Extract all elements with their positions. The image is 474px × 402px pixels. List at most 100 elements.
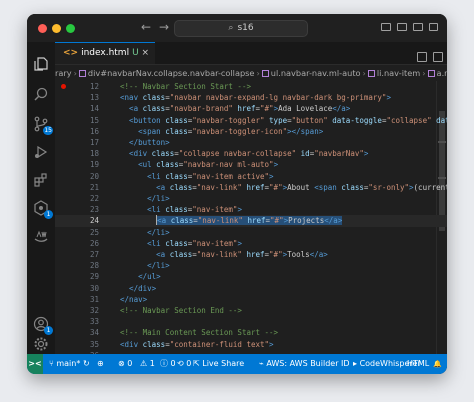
code-token: "navbar navbar-expand-lg navbar-dark bg-…	[169, 93, 387, 103]
open-preview-icon[interactable]	[417, 52, 427, 62]
code-token: data-toggle	[327, 115, 382, 125]
minimize-window-button[interactable]	[52, 24, 61, 33]
code-editor[interactable]: 12 <!-- Navbar Section Start --> 13 <nav …	[55, 81, 447, 354]
code-token: class	[142, 104, 166, 114]
command-center-search[interactable]: ⌕ s16	[174, 20, 308, 37]
code-line[interactable]: 16 <span class="navbar-toggler-icon"></s…	[55, 126, 447, 137]
code-text: <a class="nav-link" href="#">About <span…	[111, 182, 447, 193]
close-window-button[interactable]	[38, 24, 47, 33]
breadcrumb-item[interactable]: div#navbarNav.collapse.navbar-collapse	[88, 68, 255, 78]
code-token: >	[237, 238, 242, 248]
forward-arrow-icon[interactable]: →	[159, 20, 169, 34]
source-control-icon[interactable]: 15	[31, 114, 53, 135]
info-count[interactable]: ⓘ 0	[160, 354, 176, 374]
manage-gear-icon[interactable]	[31, 334, 51, 354]
code-text: </li>	[111, 193, 170, 204]
code-token: href	[241, 250, 265, 259]
line-number: 31	[89, 294, 99, 304]
code-text: <a class="navbar-brand" href="#">Ada Lov…	[111, 103, 350, 114]
code-line[interactable]: 23 <li class="nav-item">	[55, 204, 447, 215]
code-token: <li	[111, 238, 166, 248]
code-token: <!-- Main Content Section Start -->	[111, 328, 279, 338]
code-line[interactable]: 20 <li class="nav-item active">	[55, 171, 447, 182]
element-icon	[367, 70, 375, 77]
explorer-icon[interactable]	[31, 54, 51, 74]
code-line[interactable]: 18 <div class="collapse navbar-collapse"…	[55, 148, 447, 159]
language-mode[interactable]: HTML	[407, 354, 429, 374]
code-token: </div>	[111, 283, 157, 293]
vscode-window: ← → ⌕ s16 15 1 1 <> index.html U × rary …	[27, 14, 447, 374]
code-text: <div class="container-fluid text">	[111, 339, 274, 350]
code-line[interactable]: 21 <a class="nav-link" href="#">About <s…	[55, 182, 447, 193]
live-share-button[interactable]: ⇱ Live Share	[193, 354, 244, 374]
code-token: <li	[111, 171, 166, 181]
remote-badge: 1	[44, 210, 53, 219]
code-line[interactable]: 35 <div class="container-fluid text">	[55, 339, 447, 350]
tab-close-icon[interactable]: ×	[141, 43, 149, 63]
code-line[interactable]: 34 <!-- Main Content Section Start -->	[55, 327, 447, 338]
accounts-icon[interactable]: 1	[31, 314, 53, 335]
remote-explorer-icon[interactable]: 1	[31, 198, 53, 219]
branch-status[interactable]: ⑂ main*	[49, 354, 80, 374]
code-text: <a class="nav-link" href="#">Projects</a…	[111, 215, 343, 226]
breakpoint-icon[interactable]	[61, 84, 66, 89]
back-arrow-icon[interactable]: ←	[141, 20, 151, 34]
split-editor-icon[interactable]	[433, 52, 443, 62]
aws-toolkit-icon[interactable]	[31, 226, 51, 246]
breadcrumb-item[interactable]: li.nav-item	[377, 68, 420, 78]
code-token: class	[165, 205, 188, 215]
aws-status[interactable]: ⌁ AWS: AWS Builder ID	[259, 354, 350, 374]
code-token: "nav-link"	[196, 182, 242, 192]
code-token: class	[169, 182, 193, 192]
code-line[interactable]: 27 <a class="nav-link" href="#">Tools</a…	[55, 249, 447, 260]
code-line[interactable]: 33	[55, 316, 447, 327]
toggle-panel-icon[interactable]	[397, 23, 407, 31]
code-line[interactable]: 12 <!-- Navbar Section Start -->	[55, 81, 447, 92]
ports-count[interactable]: ⟲ 0	[177, 354, 191, 374]
warnings-count[interactable]: ⚠ 1	[140, 354, 155, 374]
code-line[interactable]: 24 <a class="nav-link" href="#">Projects…	[55, 215, 447, 227]
breadcrumb: rary › div#navbarNav.collapse.navbar-colla…	[55, 65, 447, 81]
code-line[interactable]: 25 </li>	[55, 227, 447, 238]
code-token: "navbar-nav ml-auto"	[183, 160, 274, 170]
notifications-bell-icon[interactable]: 🔔	[433, 354, 442, 374]
extensions-icon[interactable]	[31, 170, 51, 190]
code-line[interactable]: 19 <ul class="navbar-nav ml-auto">	[55, 159, 447, 170]
publish-icon[interactable]: ⊕	[97, 354, 104, 374]
code-line[interactable]: 31 </nav>	[55, 294, 447, 305]
breadcrumb-item[interactable]: rary	[55, 68, 72, 78]
run-debug-icon[interactable]	[31, 142, 51, 162]
customize-layout-icon[interactable]	[429, 23, 438, 31]
code-line[interactable]: 28 </li>	[55, 260, 447, 271]
tab-index-html[interactable]: <> index.html U ×	[55, 42, 155, 64]
element-icon	[261, 70, 269, 77]
zoom-window-button[interactable]	[66, 24, 75, 33]
code-line[interactable]: 14 <a class="navbar-brand" href="#">Ada …	[55, 103, 447, 114]
code-text: <!-- Navbar Section Start -->	[111, 81, 251, 92]
breadcrumb-item[interactable]: ul.navbar-nav.ml-auto	[271, 68, 361, 78]
code-line[interactable]: 15 <button class="navbar-toggler" type="…	[55, 115, 447, 126]
code-line[interactable]: 13 <nav class="navbar navbar-expand-lg n…	[55, 92, 447, 103]
branch-name: main*	[56, 359, 81, 368]
toggle-sidebar-icon[interactable]	[381, 23, 391, 31]
code-line[interactable]: 30 </div>	[55, 283, 447, 294]
code-text: </div>	[111, 283, 156, 294]
remote-indicator[interactable]: ><	[27, 354, 43, 374]
code-line[interactable]: 29 </ul>	[55, 271, 447, 282]
code-token: "collapse"	[386, 115, 432, 125]
breadcrumb-item[interactable]: a.nav-link	[437, 68, 447, 78]
code-line[interactable]: 22 </li>	[55, 193, 447, 204]
code-line[interactable]: 26 <li class="nav-item">	[55, 238, 447, 249]
code-line[interactable]: 32 <!-- Navbar Section End -->	[55, 305, 447, 316]
toggle-secondary-sidebar-icon[interactable]	[413, 23, 423, 31]
line-number: 34	[89, 328, 99, 338]
line-number: 24	[89, 216, 99, 226]
search-view-icon[interactable]	[31, 84, 51, 104]
code-token: </nav>	[111, 294, 148, 304]
errors-count[interactable]: ⊗ 0	[118, 354, 132, 374]
code-token: <div	[111, 149, 152, 159]
code-text: </nav>	[111, 294, 147, 305]
code-line[interactable]: 17 </button>	[55, 137, 447, 148]
sync-icon[interactable]: ↻	[83, 354, 90, 374]
code-token: </li>	[111, 227, 170, 237]
